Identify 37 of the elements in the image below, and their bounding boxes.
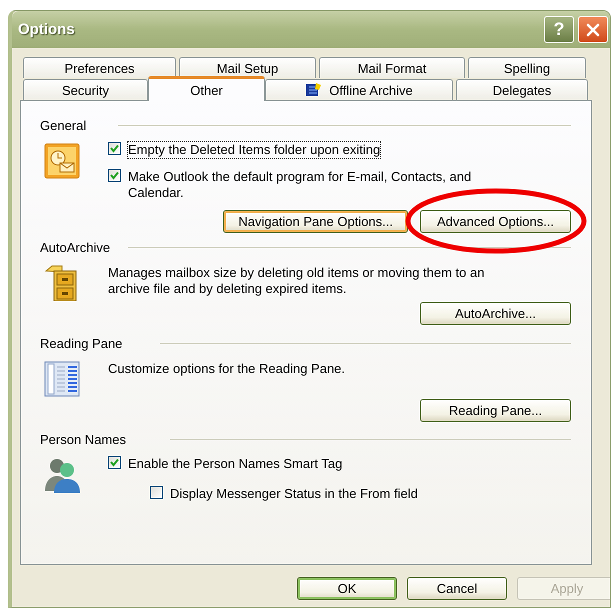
section-title: AutoArchive: [40, 240, 110, 254]
checkbox-label[interactable]: Make Outlook the default program for E-mail, Contacts, and Calendar.: [127, 168, 479, 202]
checkmark-icon: [109, 143, 120, 154]
button[interactable]: Navigation Pane Options...: [223, 210, 408, 233]
button[interactable]: Cancel: [407, 577, 507, 600]
tab[interactable]: Other: [148, 76, 265, 101]
checkbox[interactable]: [108, 456, 121, 469]
description-text: Customize options for the Reading Pane.: [108, 361, 346, 377]
clock-envelope-icon: [44, 143, 80, 179]
checkbox[interactable]: [150, 486, 163, 499]
window-title: Options: [18, 21, 75, 38]
tab[interactable]: Spelling: [468, 57, 586, 78]
tab[interactable]: Offline Archive: [265, 79, 453, 100]
checkbox-label[interactable]: Empty the Deleted Items folder upon exiting: [127, 141, 382, 159]
section-title: Person Names: [40, 432, 126, 446]
tab[interactable]: Mail Setup: [179, 57, 316, 78]
section-title: General: [40, 118, 86, 132]
button[interactable]: Advanced Options...: [420, 210, 571, 233]
description-text: Manages mailbox size by deleting old items or moving them to an archive file and by deleting expired items.: [108, 265, 486, 297]
checkbox-label[interactable]: Display Messenger Status in the From field: [169, 485, 419, 503]
section-title: Reading Pane: [40, 336, 122, 350]
checkbox[interactable]: [108, 169, 121, 182]
button[interactable]: OK: [297, 577, 397, 600]
checkmark-icon: [109, 170, 120, 181]
checkmark-icon: [109, 457, 120, 468]
reading-pane-icon: [44, 361, 80, 397]
checkbox-label[interactable]: Enable the Person Names Smart Tag: [127, 455, 344, 473]
button[interactable]: AutoArchive...: [420, 302, 571, 325]
tab[interactable]: Delegates: [456, 79, 588, 100]
close-icon: [586, 22, 600, 36]
close-button[interactable]: [578, 16, 608, 43]
tab[interactable]: Preferences: [23, 57, 176, 78]
people-icon: [44, 457, 80, 493]
button[interactable]: Reading Pane...: [420, 399, 571, 422]
tab[interactable]: Security: [23, 79, 148, 100]
tab[interactable]: Mail Format: [319, 57, 465, 78]
checkbox[interactable]: [108, 142, 121, 155]
